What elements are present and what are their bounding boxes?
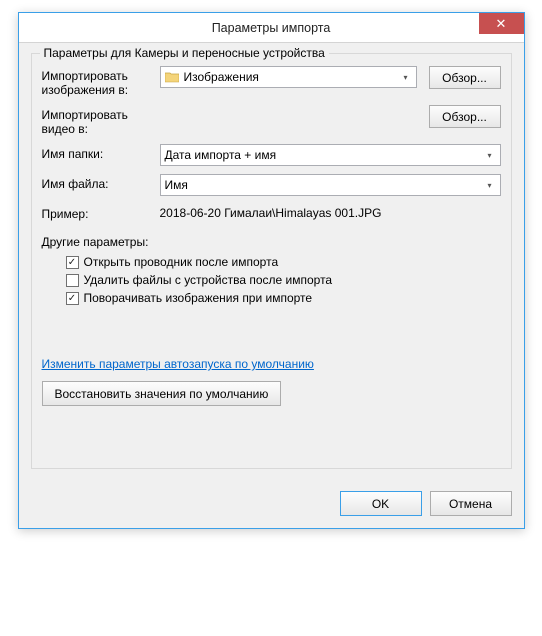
- row-example: Пример: 2018-06-20 Гималаи\Himalayas 001…: [42, 204, 501, 221]
- chevron-down-icon: ▾: [482, 177, 498, 193]
- label-example: Пример:: [42, 204, 154, 221]
- combo-import-images[interactable]: Изображения ▾: [160, 66, 417, 88]
- example-value: 2018-06-20 Гималаи\Himalayas 001.JPG: [160, 204, 382, 220]
- combo-value: Имя: [165, 178, 188, 192]
- check-row-rotate: ✓ Поворачивать изображения при импорте: [66, 291, 501, 305]
- label-import-images: Импортировать изображения в:: [42, 66, 154, 97]
- row-file-name: Имя файла: Имя ▾: [42, 174, 501, 196]
- browse-images-button[interactable]: Обзор...: [429, 66, 501, 89]
- check-row-delete-files: Удалить файлы с устройства после импорта: [66, 273, 501, 287]
- import-settings-dialog: Параметры импорта ✕ Параметры для Камеры…: [18, 12, 525, 529]
- combo-value: Дата импорта + имя: [165, 148, 277, 162]
- autorun-defaults-link[interactable]: Изменить параметры автозапуска по умолча…: [42, 357, 314, 371]
- client-area: Параметры для Камеры и переносные устрой…: [19, 43, 524, 481]
- checkbox-open-explorer[interactable]: ✓: [66, 256, 79, 269]
- window-title: Параметры импорта: [212, 21, 331, 35]
- chevron-down-icon: ▾: [482, 147, 498, 163]
- checkbox-label: Поворачивать изображения при импорте: [84, 291, 313, 305]
- group-legend: Параметры для Камеры и переносные устрой…: [40, 46, 329, 60]
- row-import-images: Импортировать изображения в: Изображения…: [42, 66, 501, 97]
- parameters-group: Параметры для Камеры и переносные устрой…: [31, 53, 512, 469]
- cancel-button[interactable]: Отмена: [430, 491, 512, 516]
- browse-videos-button[interactable]: Обзор...: [429, 105, 501, 128]
- other-params-title: Другие параметры:: [42, 235, 501, 249]
- titlebar: Параметры импорта ✕: [19, 13, 524, 43]
- restore-defaults-button[interactable]: Восстановить значения по умолчанию: [42, 381, 282, 406]
- folder-icon: [165, 71, 179, 83]
- checkbox-label: Удалить файлы с устройства после импорта: [84, 273, 333, 287]
- chevron-down-icon: ▾: [398, 69, 414, 85]
- dialog-button-row: OK Отмена: [19, 481, 524, 528]
- combo-file-name[interactable]: Имя ▾: [160, 174, 501, 196]
- combo-value: Изображения: [184, 70, 259, 84]
- label-folder-name: Имя папки:: [42, 144, 154, 161]
- combo-folder-name[interactable]: Дата импорта + имя ▾: [160, 144, 501, 166]
- check-row-open-explorer: ✓ Открыть проводник после импорта: [66, 255, 501, 269]
- close-icon: ✕: [496, 16, 507, 32]
- checkbox-delete-files[interactable]: [66, 274, 79, 287]
- spacer: [42, 406, 501, 452]
- checkbox-rotate[interactable]: ✓: [66, 292, 79, 305]
- row-import-videos: Импортировать видео в: Обзор...: [42, 105, 501, 136]
- checkbox-label: Открыть проводник после импорта: [84, 255, 279, 269]
- ok-button[interactable]: OK: [340, 491, 422, 516]
- row-folder-name: Имя папки: Дата импорта + имя ▾: [42, 144, 501, 166]
- close-button[interactable]: ✕: [479, 13, 524, 34]
- label-file-name: Имя файла:: [42, 174, 154, 191]
- label-import-videos: Импортировать видео в:: [42, 105, 154, 136]
